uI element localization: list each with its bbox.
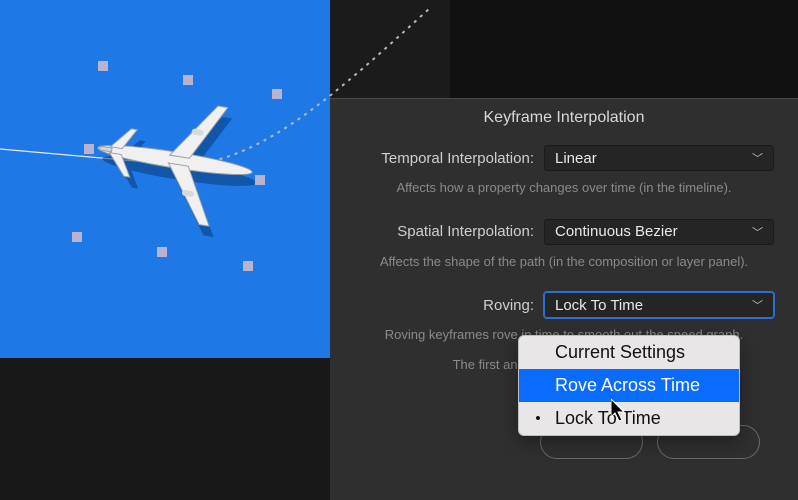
spatial-value: Continuous Bezier (555, 223, 678, 240)
roving-option-rove-across-time[interactable]: Rove Across Time (519, 369, 739, 402)
spatial-hint: Affects the shape of the path (in the co… (330, 247, 798, 291)
layer-solid[interactable] (0, 0, 330, 358)
dropdown-item-label: Lock To Time (555, 408, 661, 429)
transform-handle[interactable] (183, 75, 193, 85)
chevron-down-icon: ﹀ (752, 224, 763, 240)
spatial-interpolation-select[interactable]: Continuous Bezier ﹀ (544, 219, 774, 245)
roving-option-lock-to-time[interactable]: • Lock To Time (519, 402, 739, 435)
transform-handle[interactable] (157, 247, 167, 257)
dropdown-item-label: Rove Across Time (555, 375, 700, 396)
transform-handle[interactable] (272, 89, 282, 99)
roving-select[interactable]: Lock To Time ﹀ (544, 292, 774, 318)
temporal-interpolation-select[interactable]: Linear ﹀ (544, 145, 774, 171)
transform-handle[interactable] (98, 61, 108, 71)
chevron-down-icon: ﹀ (752, 150, 763, 166)
transform-handle[interactable] (72, 232, 82, 242)
transform-handle[interactable] (243, 261, 253, 271)
temporal-hint: Affects how a property changes over time… (330, 173, 798, 217)
roving-option-current-settings[interactable]: Current Settings (519, 336, 739, 369)
temporal-label: Temporal Interpolation: (354, 150, 534, 167)
chevron-down-icon: ﹀ (752, 297, 763, 313)
spatial-label: Spatial Interpolation: (354, 223, 534, 240)
transform-handle[interactable] (84, 144, 94, 154)
dialog-title: Keyframe Interpolation (330, 99, 798, 143)
temporal-value: Linear (555, 150, 597, 167)
roving-value: Lock To Time (555, 297, 643, 314)
roving-dropdown-menu: Current Settings Rove Across Time • Lock… (518, 335, 740, 436)
dropdown-item-label: Current Settings (555, 342, 685, 363)
transform-handle[interactable] (255, 175, 265, 185)
checkmark-icon: • (529, 410, 547, 427)
roving-label: Roving: (354, 297, 534, 314)
